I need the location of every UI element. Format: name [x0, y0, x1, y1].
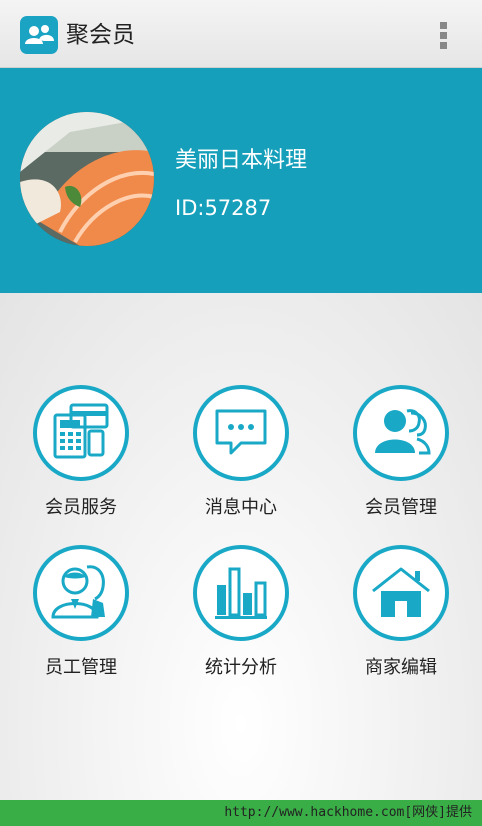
menu-label: 会员管理 [365, 497, 437, 518]
app-bar: 聚会员 [0, 0, 482, 68]
members-icon [353, 385, 449, 481]
members-group-icon[interactable] [20, 16, 58, 54]
menu-label: 员工管理 [45, 657, 117, 678]
overflow-menu-icon[interactable] [432, 18, 456, 52]
menu-label: 消息中心 [205, 497, 277, 518]
menu-item-message-center[interactable]: 消息中心 [173, 385, 313, 525]
message-bubble-icon [193, 385, 289, 481]
watermark-bar: http://www.hackhome.com[网侠]提供 [0, 800, 482, 826]
home-icon [353, 545, 449, 641]
store-name: 美丽日本料理 [175, 148, 308, 173]
staff-icon [33, 545, 129, 641]
cash-register-card-icon [33, 385, 129, 481]
menu-item-member-management[interactable]: 会员管理 [333, 385, 473, 525]
profile-header: 美丽日本料理 ID:57287 [0, 68, 482, 293]
menu-label: 商家编辑 [365, 657, 437, 678]
menu-label: 会员服务 [45, 497, 117, 518]
app-title: 聚会员 [66, 22, 135, 48]
menu-item-merchant-edit[interactable]: 商家编辑 [333, 545, 473, 685]
menu-label: 统计分析 [205, 657, 277, 678]
menu-item-statistics[interactable]: 统计分析 [173, 545, 313, 685]
watermark-text: http://www.hackhome.com[网侠]提供 [224, 805, 472, 820]
menu-grid: 会员服务 消息中心 会员管理 员工管理 统计分析 商家编辑 [0, 293, 482, 800]
menu-item-staff-management[interactable]: 员工管理 [13, 545, 153, 685]
menu-item-member-service[interactable]: 会员服务 [13, 385, 153, 525]
store-avatar[interactable] [20, 112, 154, 246]
store-id: ID:57287 [175, 196, 272, 220]
bar-chart-icon [193, 545, 289, 641]
